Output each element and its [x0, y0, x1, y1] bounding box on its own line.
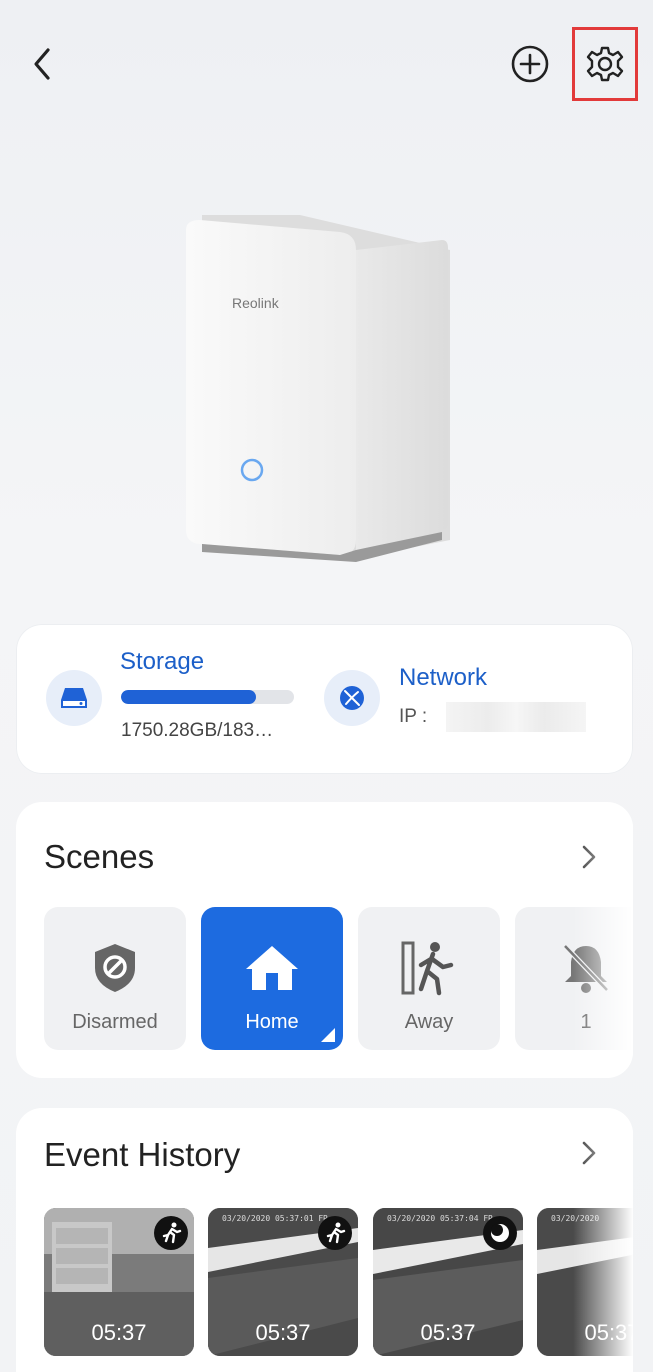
ip-address-redacted: [446, 702, 586, 732]
chevron-left-icon: [34, 48, 50, 80]
event-time: 05:37: [91, 1320, 147, 1345]
device-info-card: Storage 1750.28GB/183… Network IP :: [16, 624, 633, 774]
event-thumbnail[interactable]: 03/20/2020 05:37: [537, 1208, 633, 1356]
device-image: Reolink: [180, 210, 455, 570]
add-button[interactable]: [506, 40, 554, 88]
storage-usage-fill: [121, 690, 256, 704]
device-brand-logo: Reolink: [232, 295, 280, 311]
event-stamp: 03/20/2020: [551, 1214, 600, 1223]
motion-icon: [483, 1216, 517, 1250]
scene-label: Disarmed: [72, 1011, 158, 1033]
event-history-title: Event History: [44, 1136, 241, 1173]
scene-label: Home: [245, 1011, 299, 1033]
event-thumbnail[interactable]: 05:37: [44, 1208, 194, 1356]
event-thumbnail[interactable]: 03/20/2020 05:37:01 FR 05:37: [208, 1208, 358, 1356]
event-time: 05:37: [420, 1320, 476, 1345]
bell-off-icon: [563, 944, 609, 993]
event-time: 05:37: [255, 1320, 311, 1345]
chevron-right-icon: [582, 845, 596, 869]
away-walking-icon: [401, 941, 454, 996]
person-running-icon: [318, 1216, 352, 1250]
scenes-title: Scenes: [44, 838, 155, 875]
event-history-card: Event History 05:37 03/20/2020 05:37:01 …: [16, 1108, 633, 1372]
event-thumbnail[interactable]: 03/20/2020 05:37:04 FR 05:37: [373, 1208, 523, 1356]
storage-title[interactable]: Storage: [120, 648, 204, 676]
plus-circle-icon: [511, 45, 549, 83]
storage-usage-bar: [121, 690, 294, 704]
event-stamp: 03/20/2020 05:37:01 FR: [222, 1214, 328, 1223]
event-history-more-button[interactable]: [576, 1140, 602, 1166]
device-page: Reolink Storage 1750.28GB/183… Network I…: [0, 0, 653, 1372]
back-button[interactable]: [22, 40, 62, 88]
scene-disarmed[interactable]: Disarmed: [44, 907, 186, 1050]
chevron-right-icon: [582, 1141, 596, 1165]
shield-disarmed-icon: [95, 944, 135, 992]
scenes-more-button[interactable]: [576, 844, 602, 870]
scene-label: Away: [404, 1011, 454, 1033]
person-running-icon: [154, 1216, 188, 1250]
gear-icon: [586, 46, 624, 82]
network-icon-wrap[interactable]: [324, 670, 380, 726]
scene-corner-indicator: [321, 1028, 335, 1042]
ip-label: IP :: [399, 706, 428, 727]
storage-icon-wrap[interactable]: [46, 670, 102, 726]
scene-custom[interactable]: 1: [515, 907, 633, 1050]
scene-away[interactable]: Away: [358, 907, 500, 1050]
scenes-card: Scenes Disarmed Home Away 1: [16, 802, 633, 1078]
event-stamp: 03/20/2020 05:37:04 FR: [387, 1214, 493, 1223]
network-title[interactable]: Network: [399, 664, 487, 692]
storage-value: 1750.28GB/183…: [121, 720, 274, 741]
settings-button[interactable]: [572, 27, 638, 101]
event-time: 05:37: [584, 1320, 633, 1345]
scene-label: 1: [580, 1011, 592, 1033]
network-globe-icon: [340, 686, 364, 710]
home-icon: [246, 946, 298, 990]
scene-home[interactable]: Home: [201, 907, 343, 1050]
hard-drive-icon: [61, 688, 87, 708]
